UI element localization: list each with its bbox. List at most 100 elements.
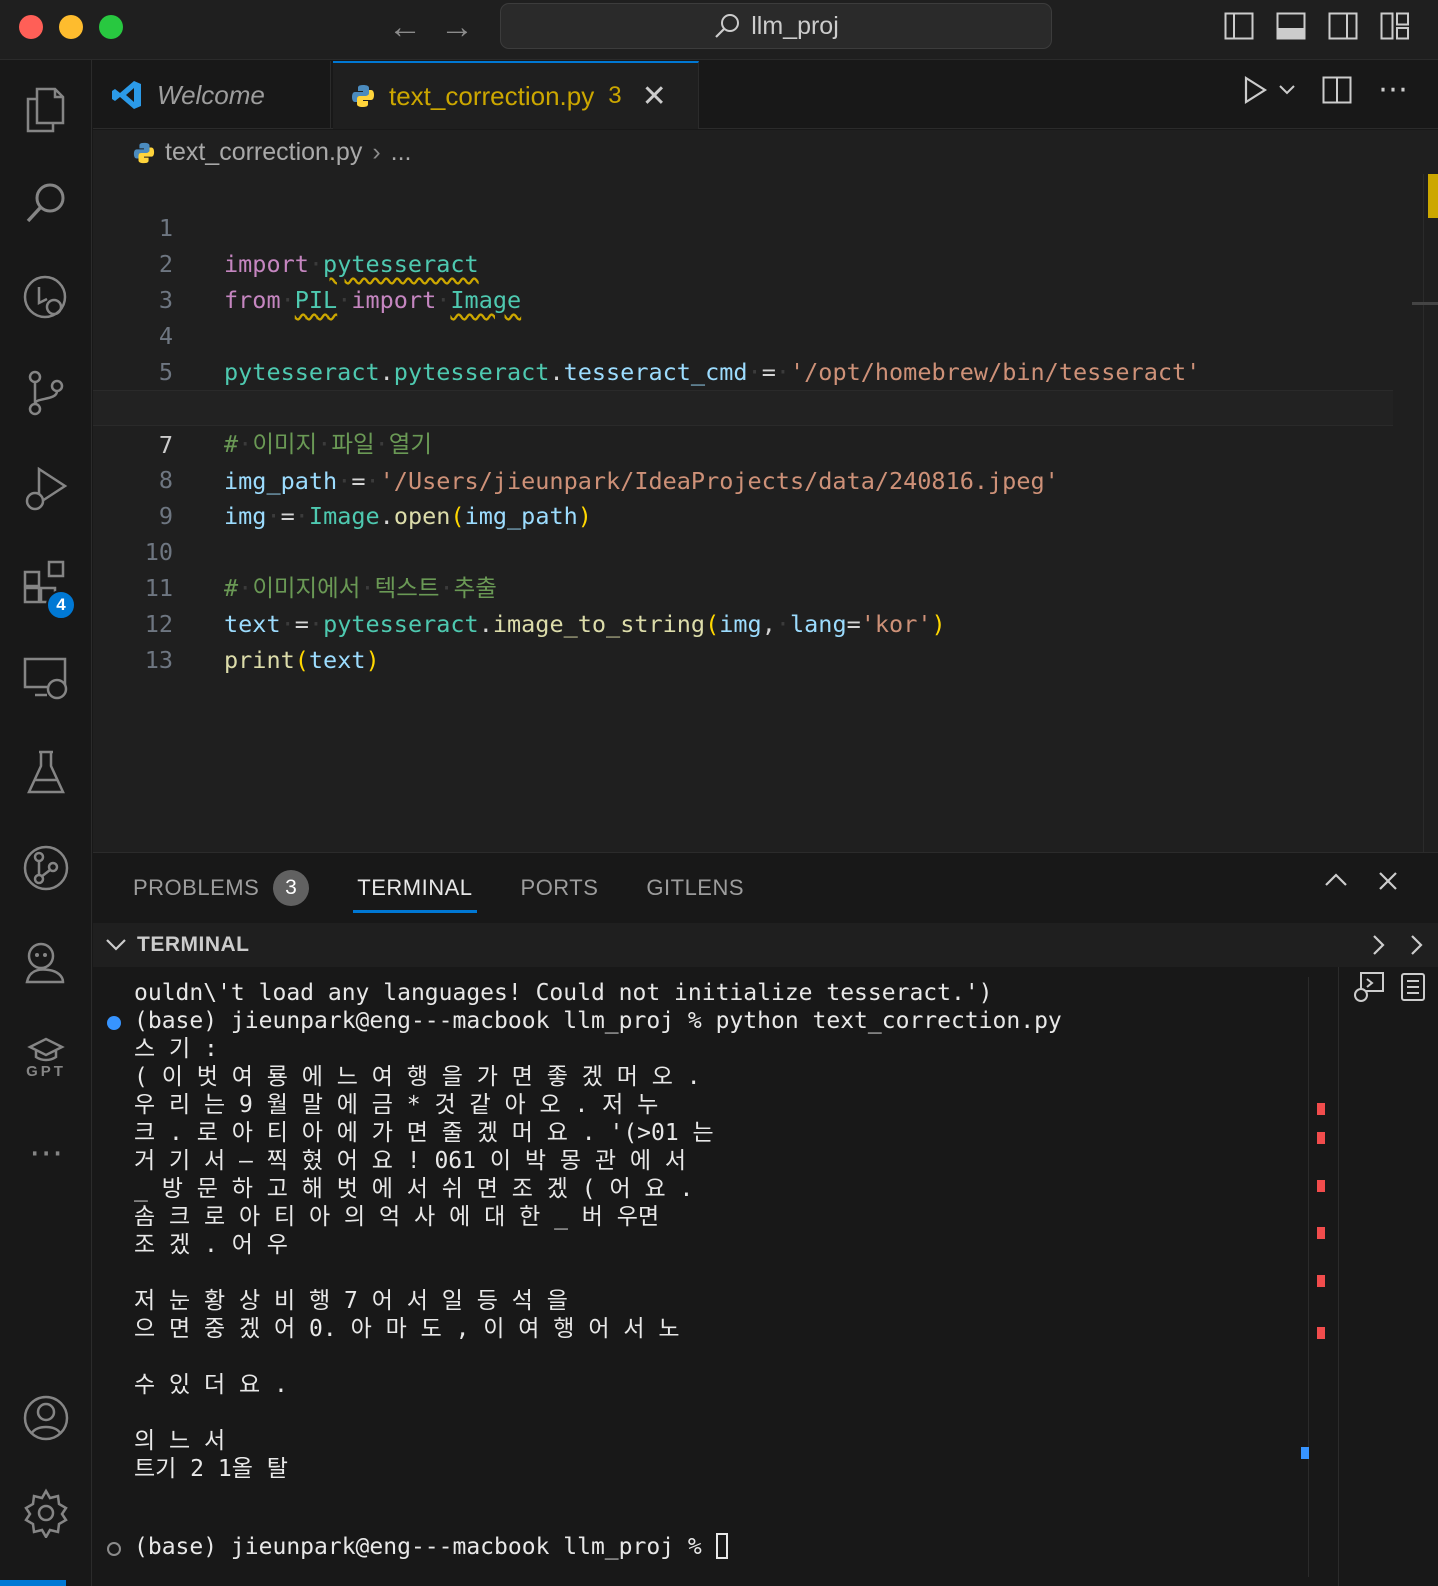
python-file-icon — [352, 85, 374, 107]
terminal-line: _ 방 문 하 고 해 벗 에 서 쉬 면 조 겠 ( 어 요 . — [134, 1176, 694, 1202]
terminal-tab-icon[interactable] — [1353, 971, 1385, 1003]
warning-scroll-marker — [1428, 174, 1438, 218]
code-line-6: 6 #·이미지·파일·열기 — [93, 354, 1393, 458]
terminal-prompt-line: (base) jieunpark@eng---macbook llm_proj … — [134, 1533, 728, 1561]
terminal-line: 크 . 로 아 티 아 에 가 면 줄 겠 머 요 . '(>01 는 — [134, 1120, 714, 1146]
terminal-line: 거 기 서 — 찍 혔 어 요 ! 061 이 박 몽 관 에 서 — [134, 1148, 687, 1174]
source-control-icon[interactable] — [16, 363, 76, 423]
terminal-line: 우 리 는 9 월 말 에 금 * 것 같 아 오 . 저 누 — [134, 1092, 659, 1118]
error-marker — [1317, 1227, 1325, 1239]
terminal-line: 트기 2 1올 탈 — [134, 1456, 288, 1482]
terminal-list-icon[interactable] — [1399, 971, 1427, 1003]
chevron-right-icon[interactable] — [1372, 934, 1386, 956]
search-icon[interactable] — [16, 173, 76, 233]
code-line-10: 10 #·이미지에서·텍스트·추출 — [93, 498, 1393, 602]
terminal-line: ( 이 벗 여 룡 에 느 여 행 을 가 면 좋 겠 머 오 . — [134, 1064, 701, 1090]
gitlens-icon[interactable] — [16, 838, 76, 898]
terminal-line: 저 눈 황 상 비 행 7 어 서 일 등 석 을 — [134, 1288, 568, 1314]
zoom-window-button[interactable] — [99, 15, 123, 39]
problems-count-badge: 3 — [273, 870, 310, 906]
extensions-badge: 4 — [46, 590, 76, 620]
more-actions-icon[interactable]: ⋯ — [1378, 75, 1408, 105]
settings-gear-icon[interactable] — [16, 1483, 76, 1543]
search-icon — [715, 14, 740, 38]
terminal-scrollbar[interactable] — [1301, 977, 1336, 1577]
toggle-secondary-sidebar-icon[interactable] — [1328, 12, 1358, 40]
tab-welcome[interactable]: Welcome — [93, 61, 331, 129]
customize-layout-icon[interactable] — [1380, 12, 1410, 40]
minimize-window-button[interactable] — [59, 15, 83, 39]
run-debug-search-icon[interactable] — [16, 268, 76, 328]
close-panel-icon[interactable] — [1378, 871, 1398, 891]
panel-actions — [1324, 871, 1398, 891]
title-bar: ← → llm_proj — [0, 0, 1438, 60]
active-indicator — [0, 1580, 66, 1586]
tab-text-correction[interactable]: text_correction.py 3 ✕ — [333, 61, 699, 129]
tab-problems-label: PROBLEMS — [133, 875, 260, 900]
command-center-search[interactable]: llm_proj — [500, 3, 1052, 49]
code-line-8: 8 img·=·Image.open(img_path) — [93, 426, 1393, 530]
terminal-line: 솜 크 로 아 티 아 의 억 사 에 대 한 _ 버 우면 — [134, 1204, 660, 1230]
maximize-panel-chevron-up-icon[interactable] — [1324, 871, 1348, 887]
code-line-13: 13 — [93, 606, 1393, 674]
testing-flask-icon[interactable] — [16, 743, 76, 803]
terminal-line: (base) jieunpark@eng---macbook llm_proj … — [134, 1008, 1062, 1034]
editor-actions: ⋯ — [1242, 75, 1408, 105]
paren: ) — [365, 646, 380, 674]
terminal-prompt: (base) jieunpark@eng---macbook llm_proj … — [134, 1534, 716, 1560]
tab-welcome-label: Welcome — [157, 79, 265, 110]
toggle-panel-icon[interactable] — [1276, 12, 1306, 40]
gpt-extension-icon[interactable]: GPT — [16, 1028, 76, 1088]
breadcrumb-more[interactable]: ... — [391, 138, 412, 167]
breadcrumb-separator: › — [372, 138, 381, 166]
more-views-icon[interactable]: ⋯ — [16, 1123, 76, 1183]
code-line-1: 1 import·pytesseract — [93, 174, 1393, 278]
run-python-file-icon[interactable] — [1242, 75, 1268, 105]
terminal-line: ouldn\'t load any languages! Could not i… — [134, 980, 993, 1006]
back-arrow-icon[interactable]: ← — [388, 10, 422, 44]
bottom-panel: PROBLEMS 3 TERMINAL PORTS GITLENS TERMIN… — [93, 852, 1438, 1586]
terminal-output[interactable]: ouldn\'t load any languages! Could not i… — [93, 967, 1308, 1586]
tab-gitlens[interactable]: GITLENS — [646, 853, 744, 923]
code-line-7: 7 img_path·=·'/Users/jieunpark/IdeaProje… — [93, 390, 1393, 495]
terminal-cursor — [715, 1533, 728, 1559]
terminal-section-header[interactable]: TERMINAL — [93, 923, 1438, 967]
command-pending-dot[interactable] — [107, 1542, 121, 1556]
accounts-icon[interactable] — [16, 1388, 76, 1448]
toggle-primary-sidebar-icon[interactable] — [1224, 12, 1254, 40]
remote-explorer-icon[interactable] — [16, 648, 76, 708]
explorer-icon[interactable] — [16, 80, 76, 140]
forward-arrow-icon[interactable]: → — [440, 10, 474, 44]
tab-problems[interactable]: PROBLEMS 3 — [133, 853, 310, 923]
close-window-button[interactable] — [19, 15, 43, 39]
code-editor[interactable]: text_correction.py › ... 1 import·pytess… — [93, 130, 1438, 852]
chevron-down-icon[interactable] — [105, 938, 127, 952]
split-editor-icon[interactable] — [1322, 76, 1352, 104]
vscode-logo-icon — [112, 81, 141, 109]
terminal-section-title: TERMINAL — [137, 933, 250, 956]
terminal-line: 의 느 서 — [134, 1428, 226, 1454]
info-marker — [1301, 1447, 1309, 1459]
tab-problem-count: 3 — [608, 82, 622, 109]
error-marker — [1317, 1132, 1325, 1144]
close-tab-icon[interactable]: ✕ — [642, 79, 667, 114]
chat-assistant-icon[interactable] — [16, 933, 76, 993]
error-marker — [1317, 1180, 1325, 1192]
terminal-line: 조 겠 . 어 우 — [134, 1232, 288, 1258]
breadcrumb: text_correction.py › ... — [133, 138, 412, 167]
breadcrumb-file[interactable]: text_correction.py — [165, 138, 362, 167]
error-marker — [1317, 1327, 1325, 1339]
run-dropdown-chevron-icon[interactable] — [1278, 84, 1296, 96]
run-and-debug-icon[interactable] — [16, 458, 76, 518]
terminal-header-actions — [1372, 923, 1424, 967]
terminal-line: 수 있 더 요 . — [134, 1372, 288, 1398]
command-success-dot[interactable] — [107, 1016, 121, 1030]
tab-ports[interactable]: PORTS — [521, 853, 599, 923]
code-line-11: 11 text·=·pytesseract.image_to_string(im… — [93, 534, 1393, 638]
python-file-icon — [133, 142, 155, 163]
workspace-name: llm_proj — [751, 11, 839, 40]
chevron-right-icon[interactable] — [1410, 934, 1424, 956]
tab-terminal[interactable]: TERMINAL — [353, 853, 477, 923]
overview-ruler[interactable] — [1423, 174, 1424, 852]
code-line-4: 4 pytesseract.pytesseract.tesseract_cmd·… — [93, 282, 1393, 386]
